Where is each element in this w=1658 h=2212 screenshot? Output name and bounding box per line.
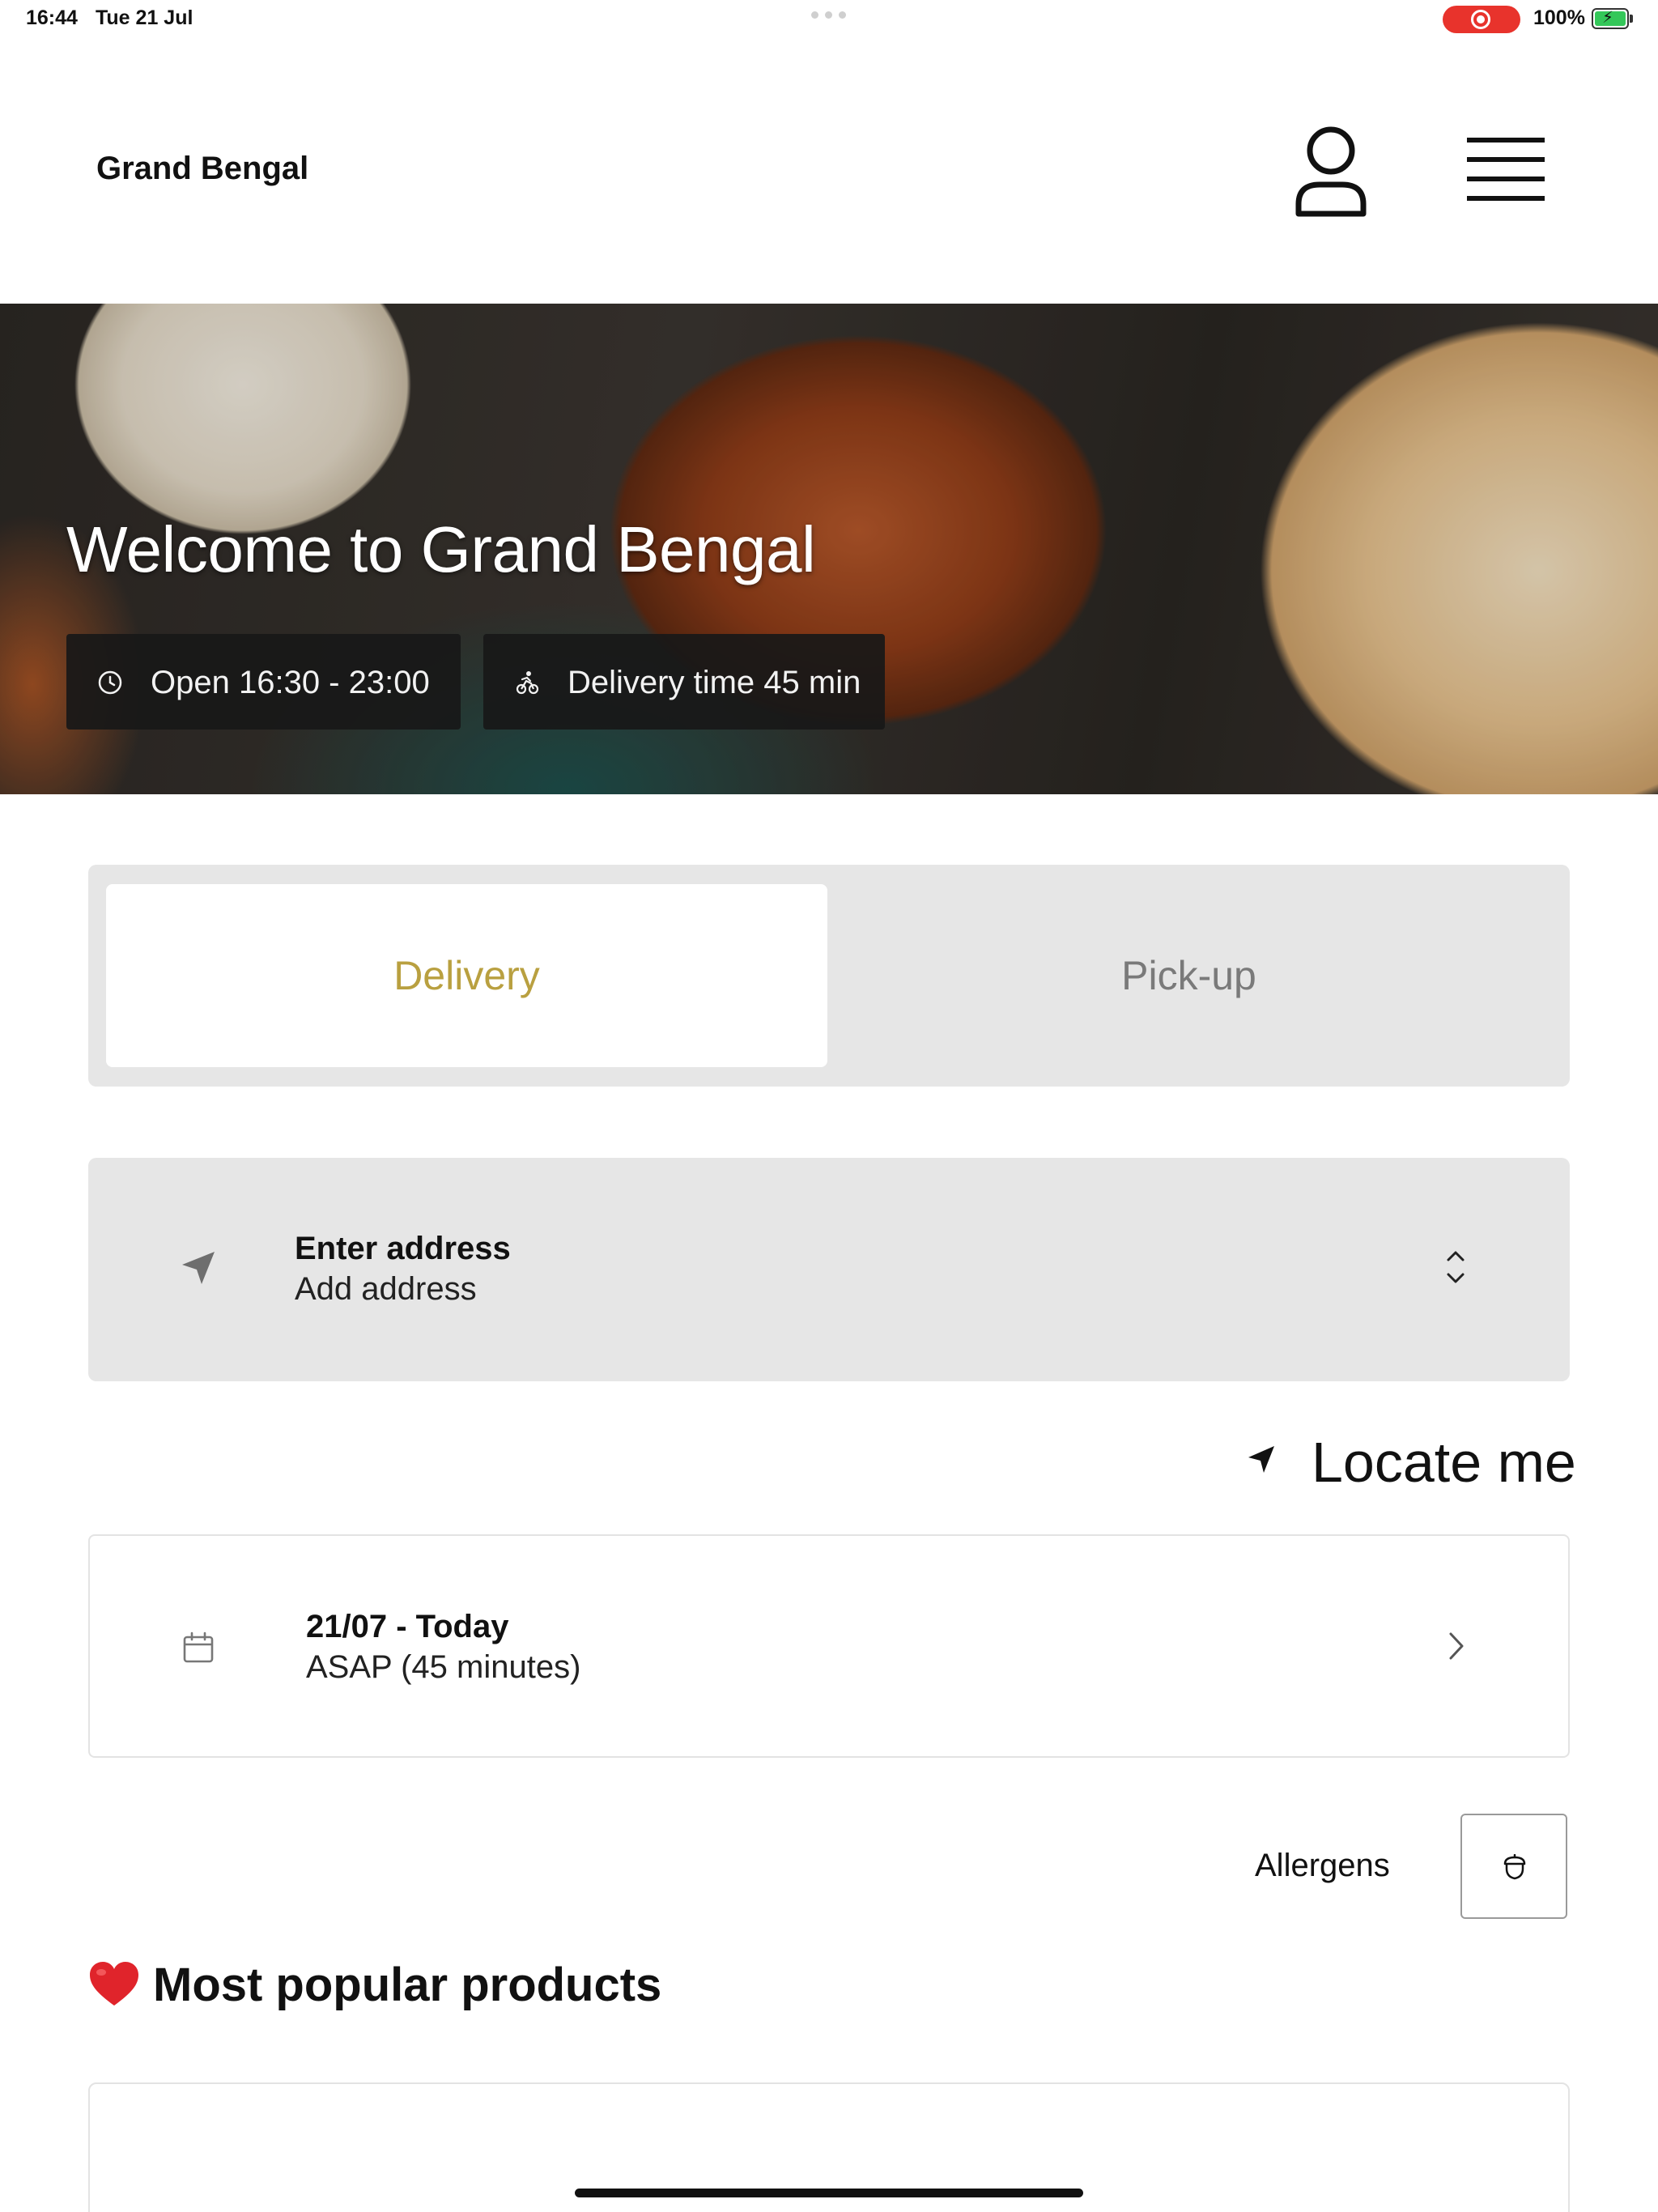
status-bar: 16:44 Tue 21 Jul 100% — [0, 0, 1658, 39]
hero-title: Welcome to Grand Bengal — [66, 513, 816, 585]
delivery-time-chip: Delivery time 45 min — [483, 634, 885, 730]
red-heart-icon — [90, 1962, 138, 2006]
battery-nub — [1630, 15, 1633, 23]
schedule-selector[interactable]: 21/07 - Today ASAP (45 minutes) — [88, 1534, 1570, 1758]
tab-pick-up[interactable]: Pick-up — [828, 884, 1550, 1067]
bicycle-rider-icon — [516, 671, 539, 695]
locate-me-button[interactable]: Locate me — [1239, 1422, 1576, 1495]
brand-name[interactable]: Grand Bengal — [96, 151, 308, 187]
address-title: Enter address — [295, 1231, 511, 1266]
popular-title: Most popular products — [153, 1958, 662, 2011]
order-mode-toggle: Delivery Pick-up — [88, 865, 1570, 1087]
home-indicator[interactable] — [575, 2189, 1083, 2197]
status-time: 16:44 — [26, 6, 78, 29]
opening-hours-text: Open 16:30 - 23:00 — [151, 665, 430, 700]
chevron-right-icon — [1449, 1632, 1464, 1660]
navigation-arrow-icon — [182, 1252, 215, 1284]
hamburger-menu-icon — [1467, 138, 1545, 201]
screen-recording-icon[interactable] — [1443, 6, 1520, 33]
calendar-icon — [183, 1631, 214, 1663]
menu-button[interactable] — [1465, 134, 1546, 207]
allergens-label: Allergens — [1255, 1848, 1390, 1883]
clock-icon — [98, 670, 122, 695]
status-date: Tue 21 Jul — [96, 6, 193, 29]
hero-banner: Welcome to Grand Bengal Open 16:30 - 23:… — [0, 304, 1658, 794]
tab-delivery[interactable]: Delivery — [106, 884, 827, 1067]
locate-me-label: Locate me — [1312, 1431, 1576, 1494]
popular-heading: Most popular products — [88, 1956, 661, 2013]
allergens-button[interactable] — [1460, 1814, 1567, 1919]
location-arrow-icon — [1248, 1446, 1274, 1473]
delivery-time-text: Delivery time 45 min — [568, 665, 861, 700]
schedule-subtitle: ASAP (45 minutes) — [306, 1649, 581, 1685]
account-button[interactable] — [1292, 125, 1370, 219]
battery-icon — [1592, 7, 1629, 29]
opening-hours-chip: Open 16:30 - 23:00 — [66, 634, 461, 730]
schedule-title: 21/07 - Today — [306, 1609, 509, 1644]
multitasking-dots-icon[interactable] — [811, 11, 847, 19]
acorn-icon — [1503, 1854, 1526, 1880]
address-selector[interactable]: Enter address Add address — [88, 1158, 1570, 1381]
battery-percent: 100% — [1533, 6, 1585, 29]
person-outline-icon — [1295, 126, 1367, 217]
address-subtitle: Add address — [295, 1271, 477, 1307]
chevron-up-down-icon — [1447, 1251, 1465, 1283]
